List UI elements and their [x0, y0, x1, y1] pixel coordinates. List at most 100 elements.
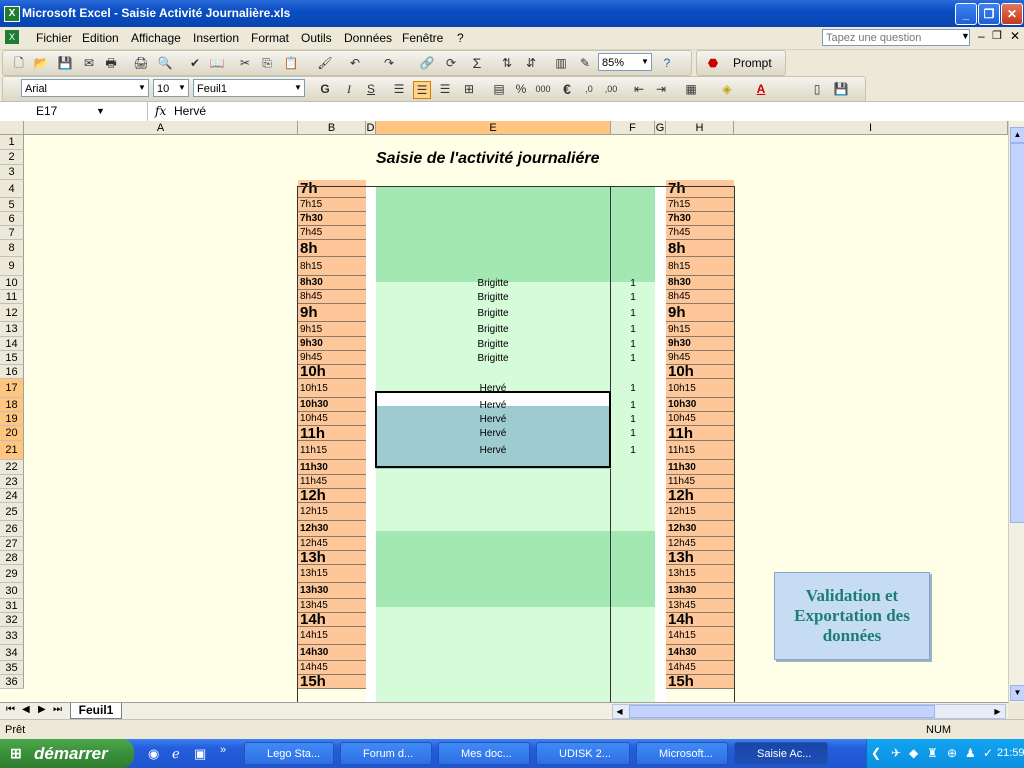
row-header[interactable]: 6: [0, 212, 24, 226]
time-cell-h[interactable]: 8h45: [666, 290, 734, 304]
font-color-icon[interactable]: A: [753, 81, 769, 97]
activity-count-cell[interactable]: 1: [611, 337, 655, 351]
activity-name-cell[interactable]: Brigitte: [376, 322, 610, 337]
row-header[interactable]: 33: [0, 627, 24, 645]
row-header[interactable]: 26: [0, 521, 24, 537]
time-cell-b[interactable]: 10h30: [298, 398, 366, 412]
row-header[interactable]: 17: [0, 379, 24, 398]
activity-count-cell[interactable]: 1: [611, 276, 655, 290]
col-header-e[interactable]: E: [376, 121, 611, 135]
scroll-left-icon[interactable]: ◀: [613, 705, 626, 718]
time-cell-h[interactable]: 8h30: [666, 276, 734, 290]
time-cell-b[interactable]: 10h: [298, 365, 366, 379]
col-header-i[interactable]: I: [734, 121, 1008, 135]
time-cell-b[interactable]: 12h45: [298, 537, 366, 551]
row-header[interactable]: 20: [0, 426, 24, 441]
activity-name-cell[interactable]: Brigitte: [376, 290, 610, 304]
ask-question-input[interactable]: Tapez une question: [822, 29, 970, 46]
zoom-select[interactable]: 85% ▼: [598, 53, 652, 71]
quicklaunch-icon[interactable]: ◉: [148, 746, 159, 762]
row-header[interactable]: 4: [0, 180, 24, 198]
font-name-select[interactable]: Arial ▼: [21, 79, 149, 97]
vertical-scrollbar[interactable]: ▲ ▼: [1008, 121, 1024, 703]
activity-name-cell[interactable]: Brigitte: [376, 276, 610, 290]
time-cell-b[interactable]: 7h15: [298, 198, 366, 212]
next-sheet-icon[interactable]: ▶: [38, 704, 46, 715]
time-cell-b[interactable]: 8h: [298, 240, 366, 257]
fill-color-icon[interactable]: ◈: [719, 81, 735, 97]
task-microsoft[interactable]: Microsoft...: [636, 742, 728, 765]
decrease-decimal-icon[interactable]: ,00: [603, 81, 619, 97]
drawing-icon[interactable]: ✎: [577, 55, 593, 71]
chart-wizard-icon[interactable]: ▥: [553, 55, 569, 71]
row-header[interactable]: 15: [0, 351, 24, 365]
time-cell-h[interactable]: 7h45: [666, 226, 734, 240]
name-box[interactable]: E17 ▼: [0, 102, 148, 121]
select-all-corner[interactable]: [0, 121, 24, 135]
time-cell-h[interactable]: 11h30: [666, 460, 734, 475]
menu-fichier[interactable]: Fichier: [36, 31, 72, 45]
paste-icon[interactable]: 📋: [283, 55, 299, 71]
time-cell-h[interactable]: 8h15: [666, 257, 734, 276]
help-icon[interactable]: ?: [659, 55, 675, 71]
formula-input[interactable]: Hervé: [174, 104, 206, 118]
col-header-h[interactable]: H: [666, 121, 734, 135]
currency-style-icon[interactable]: ▤: [491, 81, 507, 97]
col-header-f[interactable]: F: [611, 121, 655, 135]
activity-name-cell[interactable]: Brigitte: [376, 351, 610, 365]
new-icon[interactable]: 🗋: [11, 55, 27, 71]
merge-center-icon[interactable]: ⊞: [461, 81, 477, 97]
tray-app-icon[interactable]: ✓: [983, 746, 993, 760]
time-cell-b[interactable]: 9h15: [298, 322, 366, 337]
time-cell-h[interactable]: 7h30: [666, 212, 734, 226]
time-cell-b[interactable]: 12h: [298, 489, 366, 503]
format-painter-icon[interactable]: 🖌: [317, 55, 333, 71]
activity-count-cell[interactable]: 1: [611, 322, 655, 337]
open-icon[interactable]: 📂: [33, 55, 49, 71]
insert-function-icon[interactable]: fx: [155, 104, 166, 118]
increase-indent-icon[interactable]: ⇥: [653, 81, 669, 97]
underline-icon[interactable]: S: [363, 81, 379, 97]
row-header[interactable]: 11: [0, 290, 24, 304]
time-cell-h[interactable]: 14h45: [666, 661, 734, 675]
horizontal-scroll-thumb[interactable]: [629, 705, 935, 718]
spelling-icon[interactable]: ✔: [187, 55, 203, 71]
col-header-a[interactable]: A: [24, 121, 298, 135]
activity-count-cell[interactable]: 1: [611, 441, 655, 460]
task-mes-docs[interactable]: Mes doc...: [438, 742, 530, 765]
chevron-down-icon[interactable]: ▼: [96, 102, 105, 120]
font-size-select[interactable]: 10 ▼: [153, 79, 189, 97]
row-header[interactable]: 2: [0, 150, 24, 165]
align-left-icon[interactable]: ☰: [391, 81, 407, 97]
row-header[interactable]: 35: [0, 661, 24, 675]
sheet-tab-feuil1[interactable]: Feuil1: [70, 703, 122, 719]
worksheet-grid[interactable]: A B D E F G H I Saisie de l'activité jou…: [0, 121, 1008, 703]
row-header[interactable]: 27: [0, 537, 24, 551]
time-cell-h[interactable]: 9h45: [666, 351, 734, 365]
time-cell-h[interactable]: 14h: [666, 613, 734, 627]
time-cell-b[interactable]: 9h45: [298, 351, 366, 365]
undo-icon[interactable]: ↶: [347, 55, 363, 71]
prev-sheet-icon[interactable]: ◀: [22, 704, 30, 715]
time-cell-b[interactable]: 7h45: [298, 226, 366, 240]
last-sheet-icon[interactable]: ⏭: [53, 704, 62, 715]
col-header-g[interactable]: G: [655, 121, 666, 135]
col-header-b[interactable]: B: [298, 121, 366, 135]
activity-name-cell[interactable]: Hervé: [376, 379, 610, 398]
row-header[interactable]: 9: [0, 257, 24, 276]
time-cell-b[interactable]: 12h30: [298, 521, 366, 537]
row-header[interactable]: 3: [0, 165, 24, 180]
time-cell-b[interactable]: 14h30: [298, 645, 366, 661]
time-cell-h[interactable]: 7h: [666, 180, 734, 198]
scroll-up-icon[interactable]: ▲: [1010, 127, 1024, 143]
time-cell-b[interactable]: 7h30: [298, 212, 366, 226]
percent-icon[interactable]: %: [513, 81, 529, 97]
activity-name-cell[interactable]: Brigitte: [376, 337, 610, 351]
minimize-button[interactable]: _: [955, 3, 977, 25]
print-preview-icon[interactable]: 🖶: [103, 55, 119, 71]
clock[interactable]: 21:59: [997, 747, 1024, 759]
cut-icon[interactable]: ✂: [237, 55, 253, 71]
time-cell-b[interactable]: 9h30: [298, 337, 366, 351]
row-header[interactable]: 31: [0, 599, 24, 613]
row-header[interactable]: 1: [0, 135, 24, 150]
